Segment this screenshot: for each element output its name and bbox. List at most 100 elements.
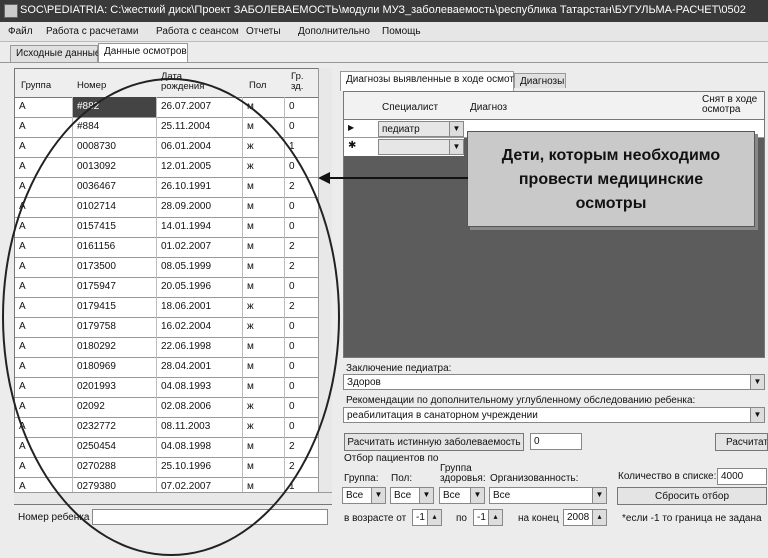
cell-birthdate[interactable]: 28.04.2001 [157, 357, 243, 377]
cell-sex[interactable]: м [243, 197, 285, 217]
cell-birthdate[interactable]: 25.10.1996 [157, 457, 243, 477]
cell-sex[interactable]: м [243, 237, 285, 257]
cell-group[interactable]: A [15, 357, 73, 377]
specialist-select[interactable]: педиатр ▼ [378, 121, 464, 137]
cell-group[interactable]: A [15, 177, 73, 197]
table-row[interactable]: A 0036467 26.10.1991 м 2 [15, 177, 331, 198]
cell-group[interactable]: A [15, 337, 73, 357]
tab-source-data[interactable]: Исходные данные [10, 45, 101, 62]
header-birthdate[interactable]: Дата рождения [161, 72, 211, 92]
cell-number[interactable]: 0179415 [73, 297, 157, 317]
chevron-down-icon[interactable]: ▼ [750, 408, 764, 422]
cell-group[interactable]: A [15, 237, 73, 257]
tab-exam-data[interactable]: Данные осмотров [98, 43, 188, 63]
spinner-arrows-icon[interactable]: ▴ [427, 510, 441, 525]
cell-sex[interactable]: ж [243, 157, 285, 177]
recommendation-select[interactable]: реабилитация в санаторном учреждении ▼ [343, 407, 765, 423]
chevron-down-icon[interactable]: ▼ [449, 122, 463, 136]
reset-filter-button[interactable]: Сбросить отбор [617, 487, 767, 505]
chevron-down-icon[interactable]: ▼ [592, 488, 606, 503]
cell-group[interactable]: A [15, 437, 73, 457]
cell-birthdate[interactable]: 04.08.1993 [157, 377, 243, 397]
header-removed[interactable]: Снят в ходе осмотра [702, 95, 762, 115]
cell-sex[interactable]: м [243, 377, 285, 397]
cell-birthdate[interactable]: 08.11.2003 [157, 417, 243, 437]
cell-group[interactable]: A [15, 377, 73, 397]
child-number-input[interactable] [92, 509, 328, 525]
spinner-arrows-icon[interactable]: ▴ [592, 510, 606, 525]
chevron-down-icon[interactable]: ▼ [470, 488, 484, 503]
table-row[interactable]: A 0161156 01.02.2007 м 2 [15, 237, 331, 258]
table-row[interactable]: A 02092 02.08.2006 ж 0 [15, 397, 331, 418]
tab-diagnoses[interactable]: Диагнозы [514, 73, 566, 88]
calc-true-morbidity-button[interactable]: Расчитать истинную заболеваемость [344, 433, 524, 451]
chevron-down-icon[interactable]: ▼ [419, 488, 433, 503]
cell-group[interactable]: A [15, 297, 73, 317]
cell-number[interactable]: #884 [73, 117, 157, 137]
cell-number[interactable]: #882 [73, 97, 157, 117]
group-select[interactable]: Все ▼ [342, 487, 386, 504]
header-specialist[interactable]: Специалист [382, 102, 438, 113]
cell-number[interactable]: 0175947 [73, 277, 157, 297]
cell-number[interactable]: 0161156 [73, 237, 157, 257]
menu-additional[interactable]: Дополнительно [298, 26, 370, 37]
cell-number[interactable]: 0270288 [73, 457, 157, 477]
cell-birthdate[interactable]: 28.09.2000 [157, 197, 243, 217]
cell-group[interactable]: A [15, 397, 73, 417]
patients-grid[interactable]: Группа Номер Дата рождения Пол Гр. зд. A… [14, 68, 332, 505]
cell-birthdate[interactable]: 22.06.1998 [157, 337, 243, 357]
cell-birthdate[interactable]: 08.05.1999 [157, 257, 243, 277]
cell-birthdate[interactable]: 26.10.1991 [157, 177, 243, 197]
chevron-down-icon[interactable]: ▼ [750, 375, 764, 389]
cell-sex[interactable]: м [243, 437, 285, 457]
cell-birthdate[interactable]: 12.01.2005 [157, 157, 243, 177]
cell-group[interactable]: A [15, 97, 73, 117]
cell-group[interactable]: A [15, 197, 73, 217]
header-group[interactable]: Группа [21, 81, 51, 91]
cell-number[interactable]: 0008730 [73, 137, 157, 157]
cell-number[interactable]: 0201993 [73, 377, 157, 397]
cell-sex[interactable]: ж [243, 397, 285, 417]
menu-help[interactable]: Помощь [382, 26, 421, 37]
cell-number[interactable]: 0232772 [73, 417, 157, 437]
cell-number[interactable]: 0102714 [73, 197, 157, 217]
year-spinner[interactable]: 2008 ▴ [563, 509, 607, 526]
specialist-select-new[interactable]: ▼ [378, 139, 464, 155]
cell-group[interactable]: A [15, 217, 73, 237]
table-row[interactable]: A 0179415 18.06.2001 ж 2 [15, 297, 331, 318]
table-row[interactable]: A 0270288 25.10.1996 м 2 [15, 457, 331, 478]
cell-sex[interactable]: м [243, 97, 285, 117]
menu-reports[interactable]: Отчеты [246, 26, 281, 37]
cell-birthdate[interactable]: 25.11.2004 [157, 117, 243, 137]
diag-row-new[interactable]: ✱ ▼ [344, 138, 464, 156]
cell-group[interactable]: A [15, 137, 73, 157]
cell-sex[interactable]: ж [243, 297, 285, 317]
cell-sex[interactable]: ж [243, 317, 285, 337]
chevron-down-icon[interactable]: ▼ [371, 488, 385, 503]
cell-group[interactable]: A [15, 457, 73, 477]
cell-sex[interactable]: м [243, 357, 285, 377]
header-diagnosis[interactable]: Диагноз [470, 102, 507, 113]
cell-sex[interactable]: м [243, 177, 285, 197]
cell-birthdate[interactable]: 01.02.2007 [157, 237, 243, 257]
cell-number[interactable]: 0180969 [73, 357, 157, 377]
table-row[interactable]: A #884 25.11.2004 м 0 [15, 117, 331, 138]
cell-number[interactable]: 0179758 [73, 317, 157, 337]
cell-birthdate[interactable]: 16.02.2004 [157, 317, 243, 337]
cell-birthdate[interactable]: 26.07.2007 [157, 97, 243, 117]
table-row[interactable]: A 0013092 12.01.2005 ж 0 [15, 157, 331, 178]
table-row[interactable]: A 0180969 28.04.2001 м 0 [15, 357, 331, 378]
cell-group[interactable]: A [15, 277, 73, 297]
header-number[interactable]: Номер [77, 81, 106, 91]
cell-group[interactable]: A [15, 317, 73, 337]
cell-number[interactable]: 0013092 [73, 157, 157, 177]
table-row[interactable]: A 0180292 22.06.1998 м 0 [15, 337, 331, 358]
grid-horizontal-scrollbar[interactable] [14, 492, 332, 504]
cell-birthdate[interactable]: 18.06.2001 [157, 297, 243, 317]
conclusion-select[interactable]: Здоров ▼ [343, 374, 765, 390]
age-from-spinner[interactable]: -1 ▴ [412, 509, 442, 526]
cell-sex[interactable]: м [243, 257, 285, 277]
cell-sex[interactable]: м [243, 217, 285, 237]
count-input[interactable]: 4000 [717, 468, 767, 485]
table-row[interactable]: A 0232772 08.11.2003 ж 0 [15, 417, 331, 438]
